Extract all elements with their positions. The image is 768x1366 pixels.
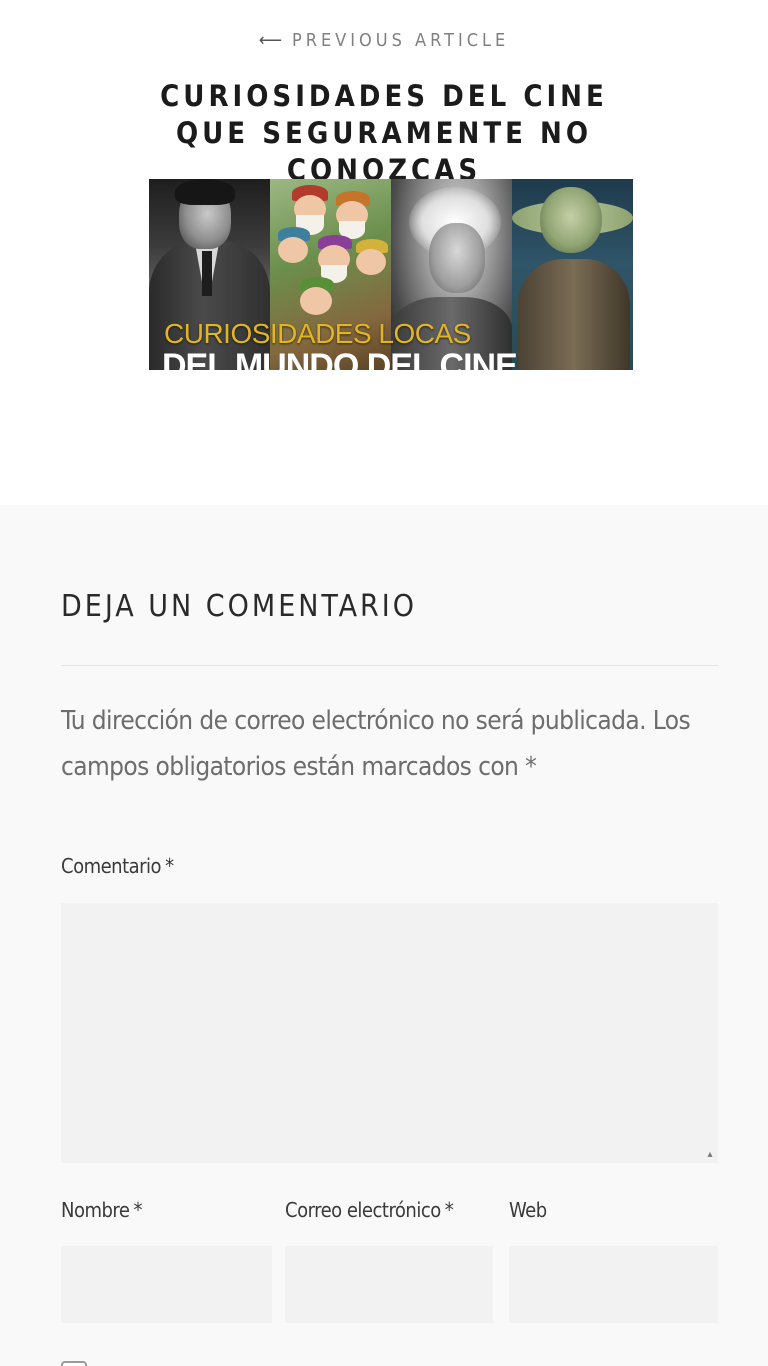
thumbnail-caption-line2: DEL MUNDO DEL CINE <box>162 347 518 370</box>
name-label: Nombre * <box>61 1198 142 1222</box>
comment-label-text: Comentario <box>61 854 162 878</box>
comment-notes: Tu dirección de correo electrónico no se… <box>61 706 691 782</box>
comment-form-heading: DEJA UN COMENTARIO <box>61 589 417 624</box>
resize-handle-icon[interactable]: ▴ <box>704 1149 716 1161</box>
required-mark: * <box>133 1198 142 1222</box>
email-label-text: Correo electrónico <box>285 1198 441 1222</box>
comment-form-section: DEJA UN COMENTARIO Tu dirección de corre… <box>0 505 768 1366</box>
arrow-left-icon: ⟵ <box>258 30 286 51</box>
save-info-checkbox[interactable] <box>61 1361 87 1366</box>
name-label-text: Nombre <box>61 1198 130 1222</box>
email-label: Correo electrónico * <box>285 1198 454 1222</box>
website-label: Web <box>509 1198 547 1222</box>
required-mark: * <box>165 854 174 878</box>
email-input[interactable] <box>285 1246 493 1323</box>
previous-article-section: ⟵ PREVIOUS ARTICLE CURIOSIDADES DEL CINE … <box>0 0 768 505</box>
required-mark: * <box>444 1198 454 1222</box>
previous-article-label: PREVIOUS ARTICLE <box>291 30 510 51</box>
divider <box>61 665 718 666</box>
thumbnail-caption-line1: CURIOSIDADES LOCAS <box>164 318 471 349</box>
website-input[interactable] <box>509 1246 718 1323</box>
comment-label: Comentario * <box>61 854 174 878</box>
name-input[interactable] <box>61 1246 272 1323</box>
previous-article-title[interactable]: CURIOSIDADES DEL CINE QUE SEGURAMENTE NO… <box>0 78 768 189</box>
previous-article-link[interactable]: ⟵ PREVIOUS ARTICLE <box>0 30 768 51</box>
website-label-text: Web <box>509 1198 547 1222</box>
previous-article-thumbnail[interactable]: CURIOSIDADES LOCAS DEL MUNDO DEL CINE <box>149 179 633 370</box>
comment-textarea[interactable] <box>61 903 718 1163</box>
